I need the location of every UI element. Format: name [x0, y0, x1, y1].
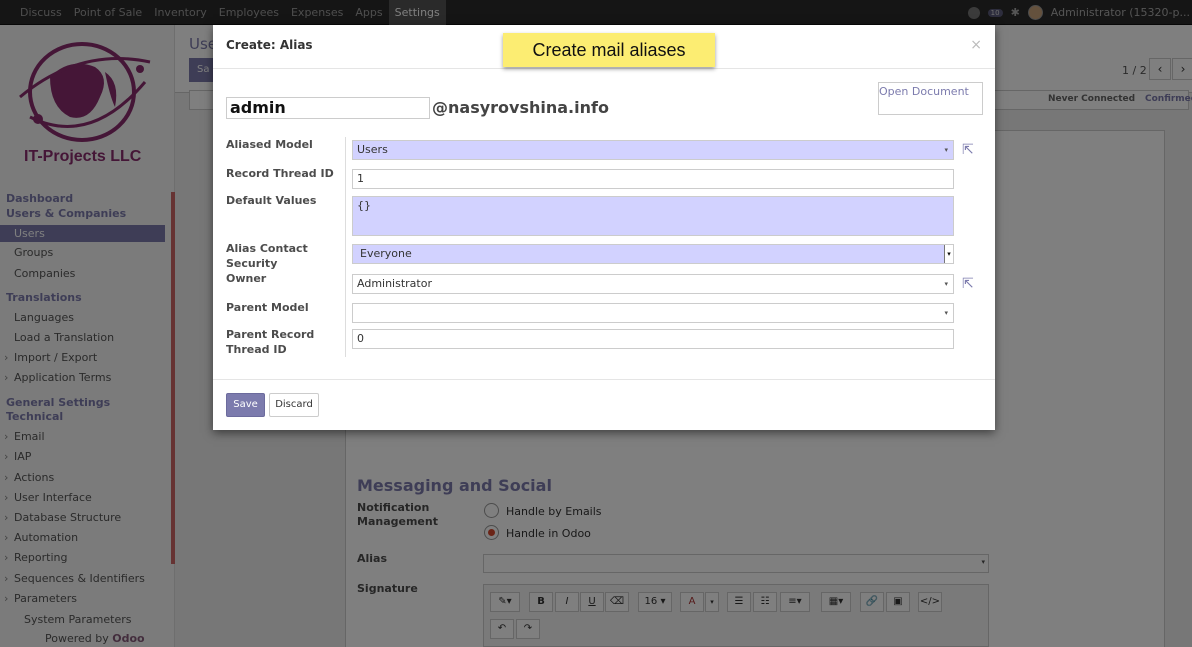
- owner-select[interactable]: Administrator ▾: [352, 274, 954, 294]
- default-values-textarea[interactable]: {}: [352, 196, 954, 236]
- discard-button[interactable]: Discard: [269, 393, 319, 417]
- dialog-title: Create: Alias: [226, 38, 313, 52]
- parent-record-thread-id-input[interactable]: 0: [352, 329, 954, 349]
- chevron-down-icon: ▾: [944, 146, 948, 154]
- alias-domain: @nasyrovshina.info: [432, 98, 609, 117]
- aliased-model-label: Aliased Model: [226, 138, 313, 151]
- create-alias-dialog: Create: Alias × Create mail aliases admi…: [213, 25, 995, 430]
- default-values-label: Default Values: [226, 194, 317, 207]
- label-divider: [345, 137, 346, 357]
- alias-contact-security-select[interactable]: Everyone ▾: [352, 244, 954, 264]
- parent-model-select[interactable]: ▾: [352, 303, 954, 323]
- chevron-down-icon: ▾: [944, 309, 948, 317]
- save-button[interactable]: Save: [226, 393, 265, 417]
- tooltip-banner: Create mail aliases: [503, 33, 715, 67]
- external-link-icon[interactable]: ⇱: [962, 276, 978, 292]
- chevron-down-icon: ▾: [944, 245, 953, 263]
- close-icon[interactable]: ×: [970, 37, 982, 53]
- chevron-down-icon: ▾: [944, 280, 948, 288]
- record-thread-id-label: Record Thread ID: [226, 167, 334, 180]
- parent-model-label: Parent Model: [226, 301, 309, 314]
- record-thread-id-input[interactable]: 1: [352, 169, 954, 189]
- alias-contact-security-label: Alias Contact Security: [226, 242, 308, 270]
- alias-name-input[interactable]: admin: [226, 97, 430, 119]
- open-document-button[interactable]: Open Document: [878, 82, 983, 115]
- external-link-icon[interactable]: ⇱: [962, 142, 978, 158]
- aliased-model-select[interactable]: Users ▾: [352, 140, 954, 160]
- dialog-footer: Save Discard: [213, 379, 995, 430]
- parent-record-thread-id-label: Parent Record Thread ID: [226, 328, 315, 356]
- owner-label: Owner: [226, 272, 267, 285]
